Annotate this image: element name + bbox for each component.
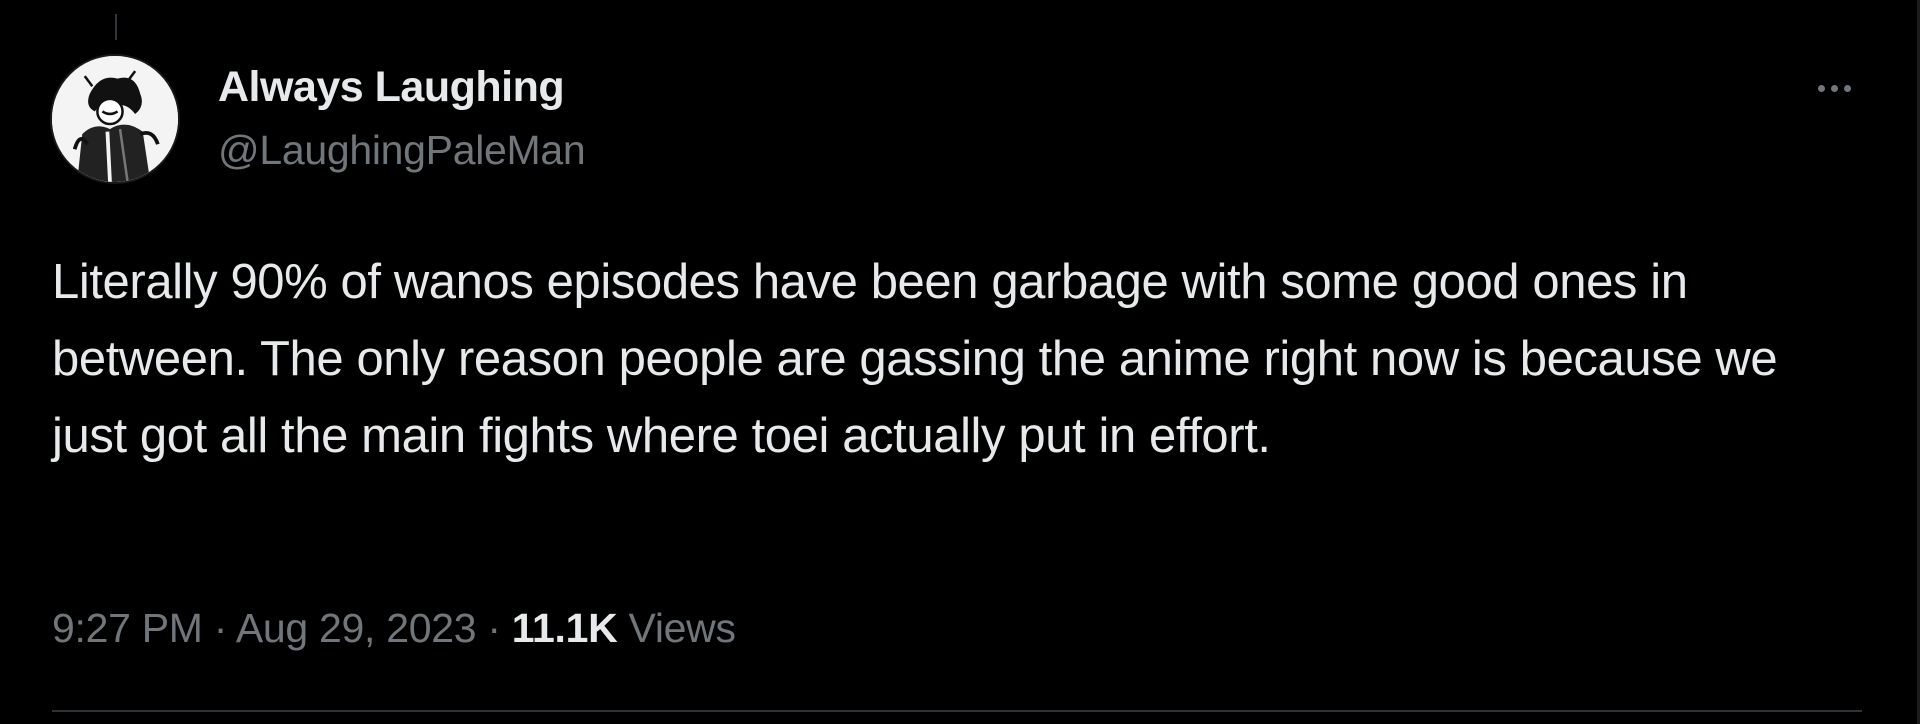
meta-separator: · bbox=[487, 605, 512, 651]
views-label: Views bbox=[628, 605, 736, 651]
tweet-card: Always Laughing @LaughingPaleMan Literal… bbox=[0, 0, 1920, 724]
more-options-icon[interactable] bbox=[1806, 68, 1862, 108]
tweet-time[interactable]: 9:27 PM bbox=[52, 605, 203, 651]
divider bbox=[52, 710, 1862, 712]
tweet-date[interactable]: Aug 29, 2023 bbox=[236, 605, 477, 651]
views-count[interactable]: 11.1K bbox=[512, 605, 618, 651]
profile-avatar-icon[interactable] bbox=[50, 54, 180, 184]
more-dot bbox=[1817, 84, 1825, 92]
author-handle[interactable]: @LaughingPaleMan bbox=[218, 126, 586, 174]
tweet-text: Literally 90% of wanos episodes have bee… bbox=[52, 255, 1778, 463]
meta-separator: · bbox=[213, 605, 236, 651]
author-display-name[interactable]: Always Laughing bbox=[218, 62, 565, 112]
more-dot bbox=[1830, 84, 1838, 92]
tweet-metadata: 9:27 PM · Aug 29, 2023 · 11.1K Views bbox=[52, 600, 736, 656]
thread-connector-line bbox=[115, 14, 117, 40]
more-dot bbox=[1843, 84, 1851, 92]
